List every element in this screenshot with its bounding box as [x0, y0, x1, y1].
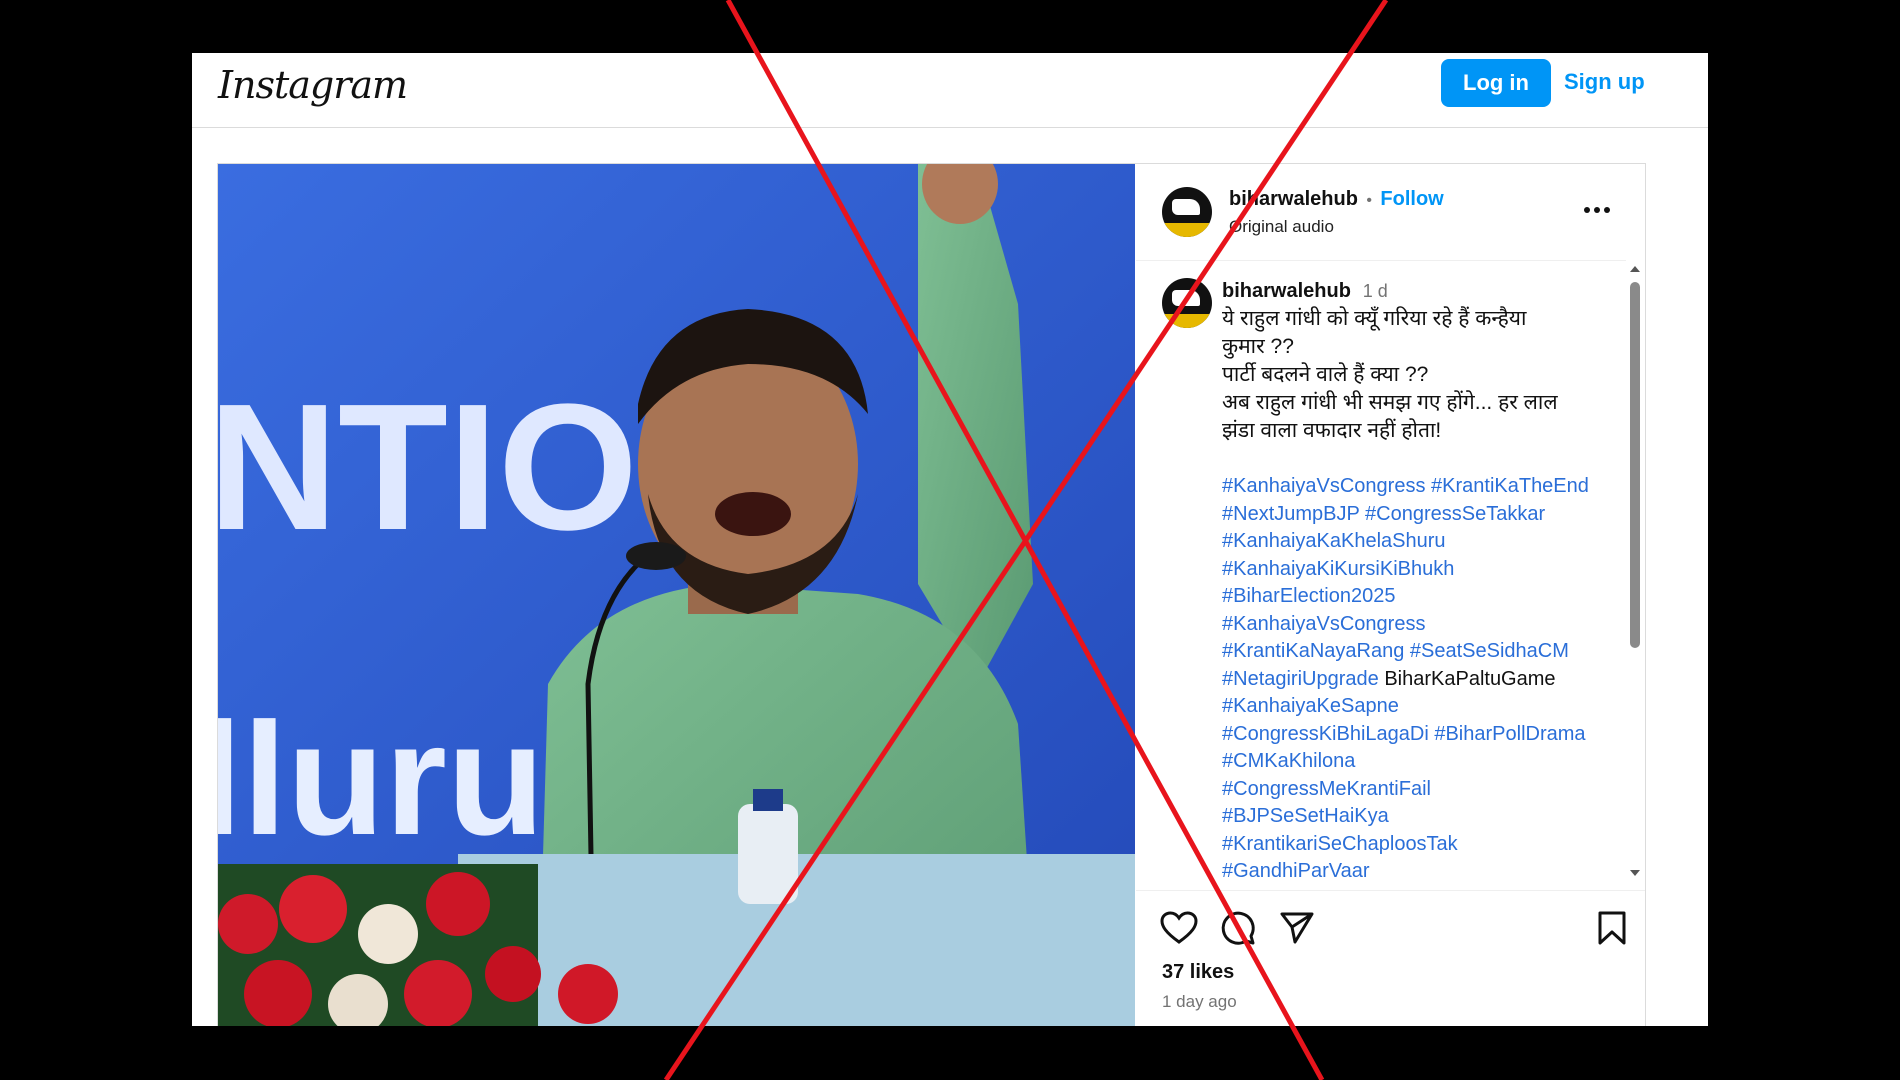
banner-text-top: NTIO — [218, 367, 638, 568]
post-media-video[interactable]: NTIO lluru — [218, 164, 1135, 1026]
hashtag-line[interactable]: #BJPSeSetHaiKya — [1222, 805, 1389, 827]
scroll-up-arrow-icon[interactable] — [1629, 264, 1641, 274]
caption-author-avatar[interactable] — [1162, 278, 1212, 328]
bookmark-icon[interactable] — [1597, 910, 1627, 946]
video-frame-image: NTIO lluru — [218, 164, 1135, 1026]
hashtag-line[interactable]: #KanhaiyaKeSapne — [1222, 695, 1399, 717]
caption-text: biharwalehub 1 d ये राहुल गांधी को क्यूँ… — [1222, 277, 1622, 445]
author-username[interactable]: biharwalehub — [1229, 188, 1358, 210]
banner-text-bottom: lluru — [218, 689, 545, 868]
instagram-window: Instagram Log in Sign up NTIO lluru biha… — [192, 53, 1708, 1026]
post-header: biharwalehub • Follow Original audio — [1136, 164, 1626, 261]
caption-line: झंडा वाला वफादार नहीं होता! — [1222, 419, 1442, 442]
hashtag-line[interactable]: #KanhaiyaKiKursiKiBhukh — [1222, 558, 1454, 580]
audio-label[interactable]: Original audio — [1229, 217, 1334, 237]
scrollbar-thumb[interactable] — [1630, 282, 1640, 648]
follow-button[interactable]: Follow — [1380, 188, 1443, 210]
login-button[interactable]: Log in — [1441, 59, 1551, 107]
hashtag-line[interactable]: #KrantiKaNayaRang #SeatSeSidhaCM — [1222, 640, 1569, 662]
hashtag-line[interactable]: #BiharElection2025 — [1222, 585, 1395, 607]
share-icon[interactable] — [1279, 910, 1315, 946]
post-header-meta: biharwalehub • Follow — [1229, 188, 1444, 211]
post-sidebar: biharwalehub • Follow Original audio bih… — [1136, 164, 1645, 1026]
instagram-logo[interactable]: Instagram — [218, 63, 408, 107]
hashtag-line[interactable]: #CongressKiBhiLagaDi #BiharPollDrama — [1222, 723, 1586, 745]
comment-icon[interactable] — [1220, 910, 1256, 946]
caption-line: अब राहुल गांधी भी समझ गए होंगे... हर लाल — [1222, 391, 1558, 414]
plain-caption-text: BiharKaPaltuGame — [1378, 667, 1556, 690]
signup-button[interactable]: Sign up — [1564, 69, 1645, 95]
hashtag-link[interactable]: #NetagiriUpgrade — [1222, 668, 1379, 690]
hashtag-line[interactable]: #KanhaiyaKaKhelaShuru — [1222, 530, 1446, 552]
post-timestamp[interactable]: 1 day ago — [1162, 992, 1237, 1012]
top-navigation-bar: Instagram Log in Sign up — [192, 53, 1708, 128]
caption-header: biharwalehub 1 d — [1222, 277, 1622, 305]
author-avatar[interactable] — [1162, 187, 1212, 237]
post-actions: 37 likes 1 day ago — [1136, 890, 1645, 1026]
caption-time: 1 d — [1362, 281, 1388, 301]
hashtag-line[interactable]: #GandhiParVaar — [1222, 860, 1370, 882]
caption-scrollbar[interactable] — [1627, 264, 1643, 878]
hashtag-line[interactable]: #KanhaiyaVsCongress #KrantiKaTheEnd — [1222, 475, 1589, 497]
hashtag-line[interactable]: #NextJumpBJP #CongressSeTakkar — [1222, 503, 1545, 525]
caption-section: biharwalehub 1 d ये राहुल गांधी को क्यूँ… — [1136, 261, 1626, 889]
caption-author-username[interactable]: biharwalehub — [1222, 280, 1351, 302]
heart-icon[interactable] — [1160, 911, 1198, 945]
caption-line: ये राहुल गांधी को क्यूँ गरिया रहे हैं कन… — [1222, 307, 1527, 330]
hashtag-list: #KanhaiyaVsCongress #KrantiKaTheEnd #Nex… — [1222, 473, 1622, 886]
hashtag-line[interactable]: #CMKaKhilona — [1222, 750, 1355, 772]
caption-line: कुमार ?? — [1222, 335, 1294, 358]
header-separator: • — [1366, 192, 1372, 209]
more-options-icon[interactable] — [1582, 204, 1612, 216]
caption-line: पार्टी बदलने वाले हैं क्या ?? — [1222, 363, 1429, 386]
post-card: NTIO lluru biharwalehub • Follow Origina… — [217, 163, 1646, 1026]
likes-count[interactable]: 37 likes — [1162, 961, 1234, 984]
hashtag-line[interactable]: #CongressMeKrantiFail — [1222, 778, 1431, 800]
scroll-down-arrow-icon[interactable] — [1629, 868, 1641, 878]
hashtag-line[interactable]: #KanhaiyaVsCongress — [1222, 613, 1425, 635]
hashtag-line[interactable]: #KrantikariSeChaploosTak — [1222, 833, 1458, 855]
